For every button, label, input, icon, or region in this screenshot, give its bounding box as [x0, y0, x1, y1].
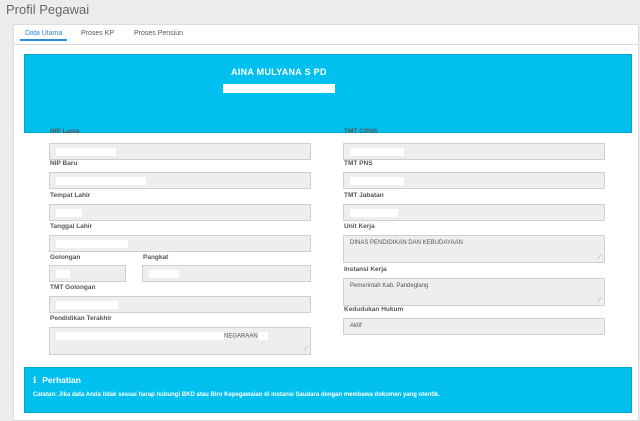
tmt-jabatan-label: TMT Jabatan: [344, 192, 384, 199]
resize-handle-icon[interactable]: ⟋: [597, 297, 602, 304]
redaction-mask: [56, 332, 224, 340]
instansi-kerja-textarea[interactable]: Pemerintah Kab. Pandeglang ⟋: [343, 278, 605, 306]
kedudukan-hukum-label: Kedudukan Hukum: [344, 306, 404, 313]
tempat-lahir-field[interactable]: [49, 204, 311, 221]
redaction-mask: [56, 148, 116, 156]
kedudukan-hukum-value: Aktif: [350, 323, 362, 329]
tmt-jabatan-field[interactable]: [343, 204, 605, 221]
alert-title: i Perhatian: [33, 375, 81, 386]
tmt-pns-field[interactable]: [343, 172, 605, 189]
tmt-golongan-field[interactable]: [49, 296, 311, 313]
tmt-cpns-field[interactable]: [343, 143, 605, 160]
employee-header: AINA MULYANA S PD: [24, 54, 632, 133]
nip-lama-field[interactable]: [49, 143, 311, 160]
tab-proses-pensiun[interactable]: Proses Pensiun: [129, 28, 188, 39]
tmt-golongan-label: TMT Golongan: [50, 284, 96, 291]
nip-baru-field[interactable]: [49, 172, 311, 189]
pangkat-field[interactable]: [142, 265, 311, 282]
instansi-kerja-value: Pemerintah Kab. Pandeglang: [350, 283, 429, 289]
nip-baru-label: NIP Baru: [50, 160, 78, 167]
tmt-cpns-label: TMT CPNS: [344, 128, 378, 135]
unit-kerja-textarea[interactable]: DINAS PENDIDIKAN DAN KEBUDAYAAN ⟋: [343, 235, 605, 263]
nip-lama-label: NIP Lama: [50, 128, 80, 135]
redaction-mask: [56, 301, 118, 309]
redaction-mask: [149, 270, 179, 278]
unit-kerja-label: Unit Kerja: [344, 223, 375, 230]
redacted-nip-block: [223, 84, 335, 93]
tanggal-lahir-label: Tanggal Lahir: [50, 223, 93, 230]
tanggal-lahir-field[interactable]: [49, 235, 311, 252]
redaction-mask: [350, 177, 404, 185]
info-icon: i: [33, 376, 37, 386]
page-title: Profil Pegawai: [6, 2, 90, 17]
pendidikan-terakhir-label: Pendidikan Terakhir: [50, 315, 112, 322]
redaction-mask: [350, 148, 404, 156]
resize-handle-icon[interactable]: ⟋: [597, 254, 602, 261]
tempat-lahir-label: Tempat Lahir: [50, 192, 91, 199]
alert-message: Catatan: Jika data Anda tidak sesuai har…: [33, 392, 440, 398]
pendidikan-suffix: NEGARAAN: [224, 333, 258, 340]
golongan-label: Golongan: [50, 254, 81, 261]
redaction-mask: [56, 240, 128, 248]
profile-panel: Data Utama Proses KP Proses Pensiun AINA…: [13, 24, 639, 421]
employee-name: AINA MULYANA S PD: [231, 67, 327, 77]
redaction-mask: [56, 209, 82, 217]
redaction-mask: [56, 270, 70, 278]
instansi-kerja-label: Instansi Kerja: [344, 266, 387, 273]
tab-data-utama[interactable]: Data Utama: [20, 28, 68, 41]
golongan-field[interactable]: [49, 265, 126, 282]
redaction-mask: [257, 332, 268, 340]
tmt-pns-label: TMT PNS: [344, 160, 373, 167]
resize-handle-icon[interactable]: ⟋: [303, 346, 308, 353]
alert-title-text: Perhatian: [42, 375, 81, 385]
tab-proses-kp[interactable]: Proses KP: [76, 28, 119, 39]
redaction-mask: [350, 209, 398, 217]
redaction-mask: [56, 177, 146, 185]
kedudukan-hukum-field[interactable]: Aktif: [343, 318, 605, 335]
tab-bar: Data Utama Proses KP Proses Pensiun: [14, 25, 638, 45]
perhatian-alert: i Perhatian Catatan: Jika data Anda tidak…: [24, 367, 632, 413]
unit-kerja-value: DINAS PENDIDIKAN DAN KEBUDAYAAN: [350, 240, 463, 246]
pendidikan-terakhir-textarea[interactable]: NEGARAAN ⟋: [49, 327, 311, 355]
pangkat-label: Pangkat: [143, 254, 169, 261]
